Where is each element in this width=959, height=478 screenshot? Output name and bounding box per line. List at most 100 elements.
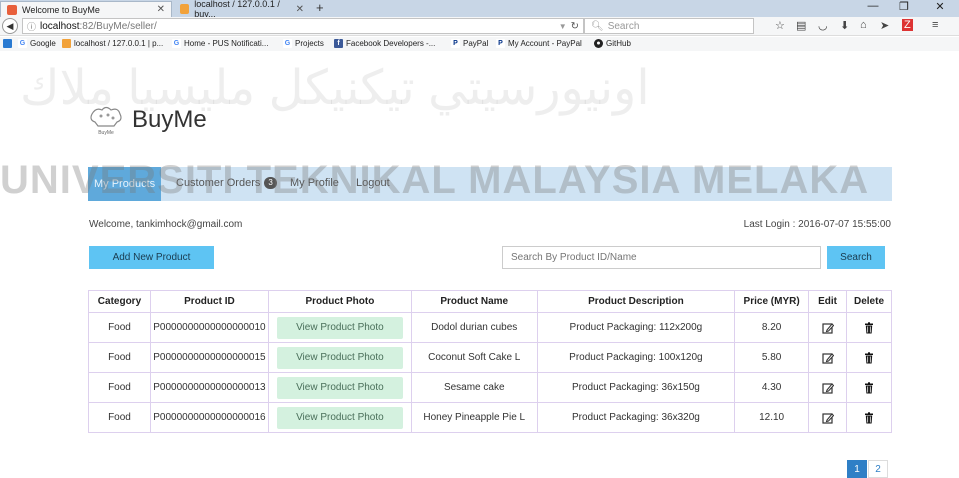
cell-category: Food <box>88 402 151 433</box>
url-dropdown-icon[interactable]: ▼ <box>559 22 567 31</box>
table-row: Food P0000000000000000010 View Product Pho… <box>88 312 893 343</box>
bookmark-paypal[interactable]: P PayPal <box>451 39 488 48</box>
cell-product-id: P0000000000000000016 <box>149 402 269 433</box>
cell-price: 12.10 <box>734 402 810 433</box>
site-navbar: My Products Customer Orders 3 My Profile… <box>88 167 892 201</box>
addon-icon[interactable]: Z <box>902 19 913 31</box>
buyme-logo[interactable]: BuyMe <box>88 104 124 138</box>
cell-edit <box>808 342 847 373</box>
view-product-photo-button[interactable]: View Product Photo <box>276 406 403 429</box>
download-icon[interactable]: ⬇ <box>840 19 849 32</box>
close-window-icon[interactable]: ✕ <box>925 0 955 13</box>
send-icon[interactable]: ➤ <box>880 19 889 32</box>
buyme-favicon <box>7 4 17 15</box>
back-arrow-icon[interactable]: ◀ <box>2 18 18 34</box>
nav-customer-orders[interactable]: Customer Orders 3 <box>176 177 277 189</box>
trash-icon[interactable] <box>863 351 875 364</box>
cell-price: 8.20 <box>734 312 810 343</box>
cell-product-description: Product Packaging: 112x200g <box>536 312 736 343</box>
nav-logout[interactable]: Logout <box>356 177 390 189</box>
edit-icon[interactable] <box>821 352 834 364</box>
bookmark-label: Projects <box>295 39 324 48</box>
cell-delete <box>845 372 893 403</box>
cell-edit <box>808 372 847 403</box>
bookmark-folder[interactable] <box>3 39 15 48</box>
folder-icon <box>3 39 12 48</box>
browser-search-bar[interactable]: 🔍︎ Search <box>584 18 754 34</box>
trash-icon[interactable] <box>863 411 875 424</box>
close-tab-icon[interactable]: ✕ <box>157 4 165 15</box>
url-path: :82/BuyMe/seller/ <box>79 20 157 32</box>
welcome-text: Welcome, tankimhock@gmail.com <box>89 219 243 230</box>
table-row: Food P0000000000000000015 View Product Pho… <box>88 342 893 373</box>
edit-icon[interactable] <box>821 382 834 394</box>
address-bar[interactable]: ⓘ localhost :82/BuyMe/seller/ ▼ ↻ <box>22 18 584 34</box>
cell-delete <box>845 312 893 343</box>
bookmark-label: My Account - PayPal <box>508 39 582 48</box>
bookmark-label: Home - PUS Notificati... <box>184 39 269 48</box>
minimize-icon[interactable]: — <box>858 0 888 12</box>
header-product-photo: Product Photo <box>267 290 412 313</box>
home-icon[interactable]: ⌂ <box>860 19 867 31</box>
close-tab-icon[interactable]: ✕ <box>296 4 304 15</box>
bookmark-label: GitHub <box>606 39 631 48</box>
site-brand[interactable]: BuyMe <box>132 106 207 134</box>
page-2-button[interactable]: 2 <box>868 460 888 478</box>
add-new-product-button[interactable]: Add New Product <box>89 246 214 269</box>
header-price: Price (MYR) <box>734 290 810 313</box>
cell-product-photo: View Product Photo <box>267 372 412 403</box>
bookmark-localhost[interactable]: localhost / 127.0.0.1 | p... <box>62 39 163 48</box>
reading-list-icon[interactable]: ▤ <box>796 19 806 32</box>
cell-price: 4.30 <box>734 372 810 403</box>
product-search-input[interactable] <box>502 246 821 269</box>
table-row: Food P0000000000000000016 View Product Pho… <box>88 402 893 433</box>
reload-icon[interactable]: ↻ <box>571 21 579 32</box>
bookmark-label: Facebook Developers -... <box>346 39 436 48</box>
cell-product-id: P0000000000000000015 <box>149 342 269 373</box>
new-tab-icon[interactable]: + <box>316 0 324 15</box>
menu-icon[interactable]: ≡ <box>932 19 938 31</box>
google-icon: G <box>18 39 27 48</box>
google-icon: G <box>283 39 292 48</box>
edit-icon[interactable] <box>821 412 834 424</box>
search-button[interactable]: Search <box>827 246 885 269</box>
restore-icon[interactable]: ❐ <box>889 0 919 13</box>
bookmark-pus[interactable]: G Home - PUS Notificati... <box>172 39 268 48</box>
bookmark-star-icon[interactable]: ☆ <box>775 19 785 32</box>
view-product-photo-button[interactable]: View Product Photo <box>276 376 403 399</box>
trash-icon[interactable] <box>863 381 875 394</box>
bookmark-facebook[interactable]: f Facebook Developers -... <box>334 39 435 48</box>
cell-product-photo: View Product Photo <box>267 312 412 343</box>
nav-label: Customer Orders <box>176 177 261 189</box>
cell-delete <box>845 402 893 433</box>
edit-icon[interactable] <box>821 322 834 334</box>
phpmyadmin-favicon <box>180 4 190 14</box>
cell-category: Food <box>88 342 151 373</box>
bookmark-github[interactable]: ● GitHub <box>594 39 631 48</box>
github-icon: ● <box>594 39 603 48</box>
view-product-photo-button[interactable]: View Product Photo <box>276 316 403 339</box>
bookmark-google[interactable]: G Google <box>18 39 56 48</box>
page-1-button[interactable]: 1 <box>847 460 867 478</box>
cell-product-id: P0000000000000000013 <box>149 372 269 403</box>
cell-product-photo: View Product Photo <box>267 342 412 373</box>
cell-delete <box>845 342 893 373</box>
last-login-text: Last Login : 2016-07-07 15:55:00 <box>743 219 891 230</box>
pocket-icon[interactable]: ◡ <box>818 19 828 32</box>
table-header-row: Category Product ID Product Photo Produc… <box>88 290 893 313</box>
bookmark-paypal-account[interactable]: P My Account - PayPal <box>496 39 582 48</box>
nav-label: My Products <box>94 178 156 190</box>
view-product-photo-button[interactable]: View Product Photo <box>276 346 403 369</box>
info-icon[interactable]: ⓘ <box>27 20 36 33</box>
cell-edit <box>808 402 847 433</box>
nav-my-profile[interactable]: My Profile <box>290 177 339 189</box>
header-product-description: Product Description <box>536 290 736 313</box>
browser-tab-phpmyadmin[interactable]: localhost / 127.0.0.1 / buy... ✕ <box>174 0 310 19</box>
nav-label: My Profile <box>290 177 339 189</box>
header-edit: Edit <box>808 290 847 313</box>
bookmark-projects[interactable]: G Projects <box>283 39 324 48</box>
browser-tab-bar: Welcome to BuyMe ✕ localhost / 127.0.0.1… <box>0 0 959 19</box>
trash-icon[interactable] <box>863 321 875 334</box>
nav-my-products[interactable]: My Products <box>88 167 162 201</box>
browser-tab-welcome[interactable]: Welcome to BuyMe ✕ <box>0 1 172 17</box>
